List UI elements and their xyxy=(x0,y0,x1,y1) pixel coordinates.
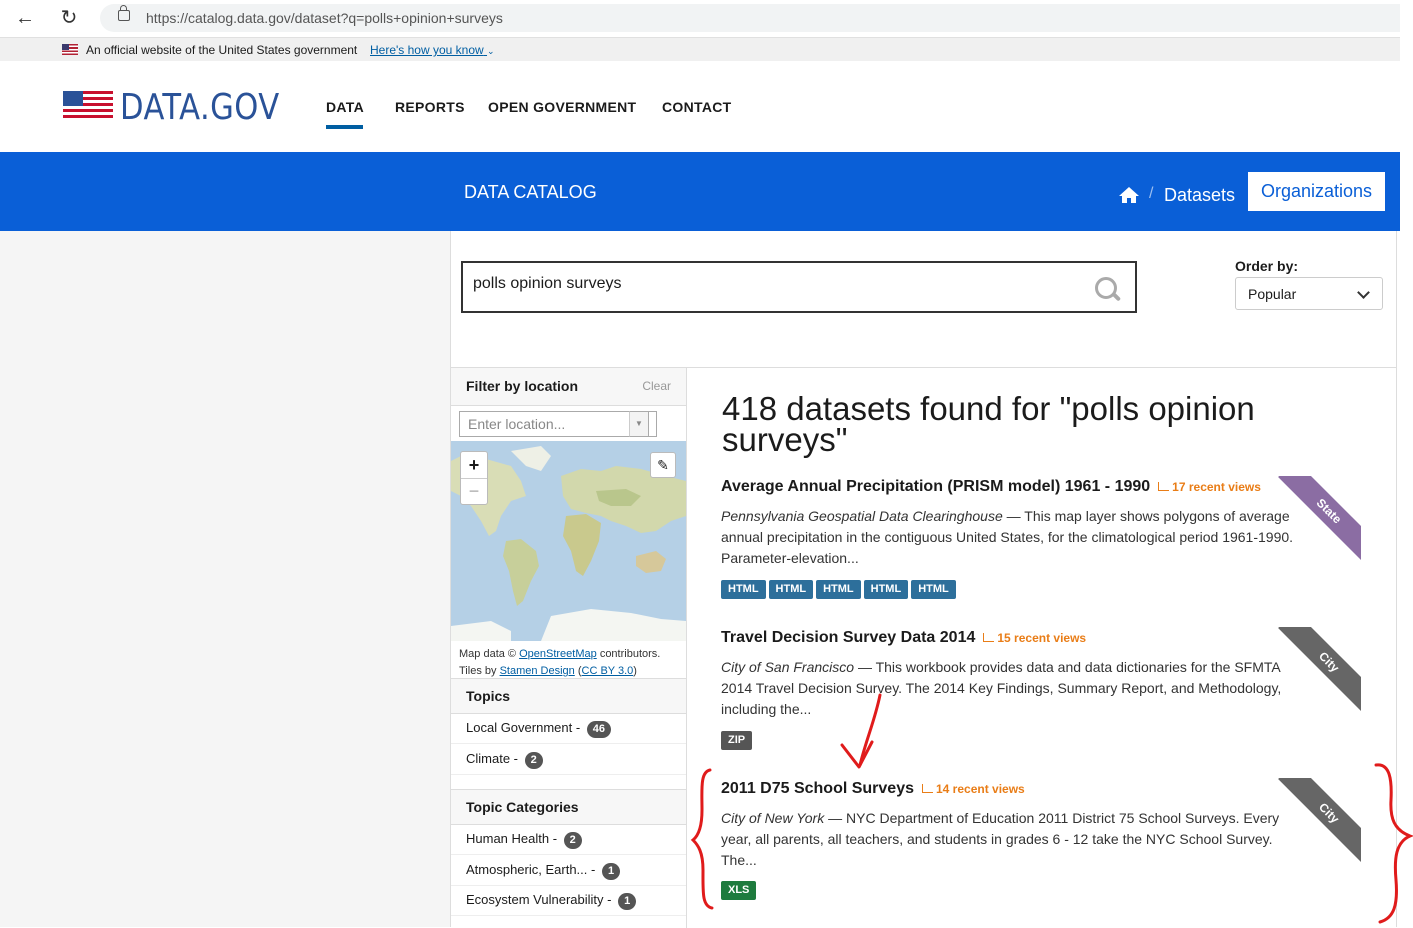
site-logo[interactable]: DATA.GOV xyxy=(120,87,280,128)
facet-item[interactable]: Human Health - 2 xyxy=(451,824,686,855)
location-input[interactable]: Enter location... xyxy=(459,411,657,437)
format-tags: HTML HTML HTML HTML HTML xyxy=(721,579,959,599)
url-text: https://catalog.data.gov/dataset?q=polls… xyxy=(146,10,503,26)
trend-icon xyxy=(1158,482,1170,491)
count-badge: 2 xyxy=(563,832,582,849)
format-tag[interactable]: HTML xyxy=(816,580,861,599)
breadcrumb-datasets[interactable]: Datasets xyxy=(1164,185,1235,206)
catalog-title[interactable]: DATA CATALOG xyxy=(464,182,597,203)
order-by-label: Order by: xyxy=(1235,258,1299,274)
search-box[interactable]: polls opinion surveys xyxy=(461,261,1137,313)
nav-reports[interactable]: REPORTS xyxy=(395,99,465,115)
nav-active-indicator xyxy=(326,125,363,129)
back-arrow-icon[interactable]: ← xyxy=(12,6,38,30)
result-description: City of New York — NYC Department of Edu… xyxy=(721,810,1280,868)
result-title[interactable]: 2011 D75 School Surveys 14 recent views xyxy=(721,780,1025,798)
ribbon-label: City xyxy=(1278,778,1361,862)
catalog-band: DATA CATALOG / Datasets Organizations xyxy=(0,152,1400,231)
trend-icon xyxy=(922,784,933,793)
lock-icon xyxy=(118,5,130,21)
results-heading: 418 datasets found for "polls opinion su… xyxy=(722,390,1255,458)
count-badge: 1 xyxy=(618,893,637,910)
filter-clear-link[interactable]: Clear xyxy=(642,379,671,393)
chevron-down-icon xyxy=(1357,286,1370,299)
count-badge: 1 xyxy=(601,863,621,880)
format-tags: ZIP xyxy=(721,730,755,750)
us-flag-icon xyxy=(62,44,78,55)
nav-open-government[interactable]: OPEN GOVERNMENT xyxy=(488,99,636,115)
categories-title: Topic Categories xyxy=(466,799,579,815)
recent-views: 17 recent views xyxy=(1158,480,1261,494)
facet-sidebar: Filter by location Clear Enter location.… xyxy=(451,368,687,928)
ribbon-label: City xyxy=(1278,627,1361,711)
how-you-know-link[interactable]: Here's how you know ⌄ xyxy=(370,43,495,57)
recent-views: 15 recent views xyxy=(983,631,1086,645)
osm-link[interactable]: OpenStreetMap xyxy=(519,648,597,660)
topics-title: Topics xyxy=(466,688,511,704)
filter-location-header: Filter by location Clear xyxy=(451,368,686,406)
gov-banner-text: An official website of the United States… xyxy=(86,43,358,57)
search-input[interactable]: polls opinion surveys xyxy=(473,275,622,293)
facet-item[interactable]: Climate - 2 xyxy=(451,744,686,775)
count-badge: 46 xyxy=(586,721,612,738)
format-tag[interactable]: ZIP xyxy=(721,731,753,750)
order-by-select[interactable]: Popular xyxy=(1235,277,1383,310)
search-icon[interactable] xyxy=(1095,277,1117,299)
result-description: Pennsylvania Geospatial Data Clearinghou… xyxy=(721,508,1294,566)
format-tags: XLS xyxy=(721,880,759,900)
facet-item[interactable]: Atmospheric, Earth... - 1 xyxy=(451,855,686,886)
jurisdiction-ribbon: City xyxy=(1277,627,1361,711)
topics-header: Topics xyxy=(451,678,686,714)
count-badge: 2 xyxy=(524,752,543,769)
gov-banner: An official website of the United States… xyxy=(0,38,1400,61)
stamen-link[interactable]: Stamen Design xyxy=(500,665,575,677)
site-header: DATA.GOV DATA REPORTS OPEN GOVERNMENT CO… xyxy=(0,61,1400,152)
main-content: polls opinion surveys Order by: Popular … xyxy=(450,231,1397,928)
organizations-button[interactable]: Organizations xyxy=(1248,172,1385,211)
result-title[interactable]: Average Annual Precipitation (PRISM mode… xyxy=(721,478,1261,496)
reload-icon[interactable]: ↻ xyxy=(56,6,82,30)
format-tag[interactable]: HTML xyxy=(721,580,766,599)
pencil-icon[interactable]: ✎ xyxy=(650,452,676,478)
location-dropdown-icon[interactable]: ▼ xyxy=(629,411,649,437)
filter-location-title: Filter by location xyxy=(466,378,579,394)
zoom-in-button[interactable]: + xyxy=(461,452,487,479)
result-description: City of San Francisco — This workbook pr… xyxy=(721,659,1282,717)
address-bar[interactable]: https://catalog.data.gov/dataset?q=polls… xyxy=(100,4,1400,32)
format-tag[interactable]: HTML xyxy=(911,580,956,599)
format-tag[interactable]: HTML xyxy=(863,580,909,599)
page-gutter xyxy=(0,231,450,927)
location-map[interactable]: + − ✎ xyxy=(451,441,686,641)
jurisdiction-ribbon: State xyxy=(1277,476,1361,560)
format-tag[interactable]: HTML xyxy=(768,580,814,599)
format-tag[interactable]: XLS xyxy=(721,881,757,900)
jurisdiction-ribbon: City xyxy=(1277,778,1361,862)
facet-item[interactable]: Local Government - 46 xyxy=(451,713,686,744)
cc-link[interactable]: CC BY 3.0 xyxy=(582,665,634,677)
categories-header: Topic Categories xyxy=(451,789,686,825)
facet-item[interactable]: Ecosystem Vulnerability - 1 xyxy=(451,885,686,916)
breadcrumb-separator: / xyxy=(1149,185,1154,202)
flag-logo-icon[interactable] xyxy=(63,91,113,121)
result-title[interactable]: Travel Decision Survey Data 2014 15 recen… xyxy=(721,629,1086,647)
zoom-out-button[interactable]: − xyxy=(461,478,487,504)
ribbon-label: State xyxy=(1278,476,1361,560)
nav-data[interactable]: DATA xyxy=(326,99,364,115)
home-icon[interactable] xyxy=(1118,186,1140,204)
map-credit: Map data © OpenStreetMap contributors. T… xyxy=(459,648,661,677)
browser-toolbar: ← ↻ https://catalog.data.gov/dataset?q=p… xyxy=(0,0,1400,38)
trend-icon xyxy=(983,633,995,642)
nav-contact[interactable]: CONTACT xyxy=(662,99,732,115)
recent-views: 14 recent views xyxy=(922,782,1025,796)
map-zoom-control: + − xyxy=(460,451,488,505)
chevron-down-icon: ⌄ xyxy=(487,46,495,56)
